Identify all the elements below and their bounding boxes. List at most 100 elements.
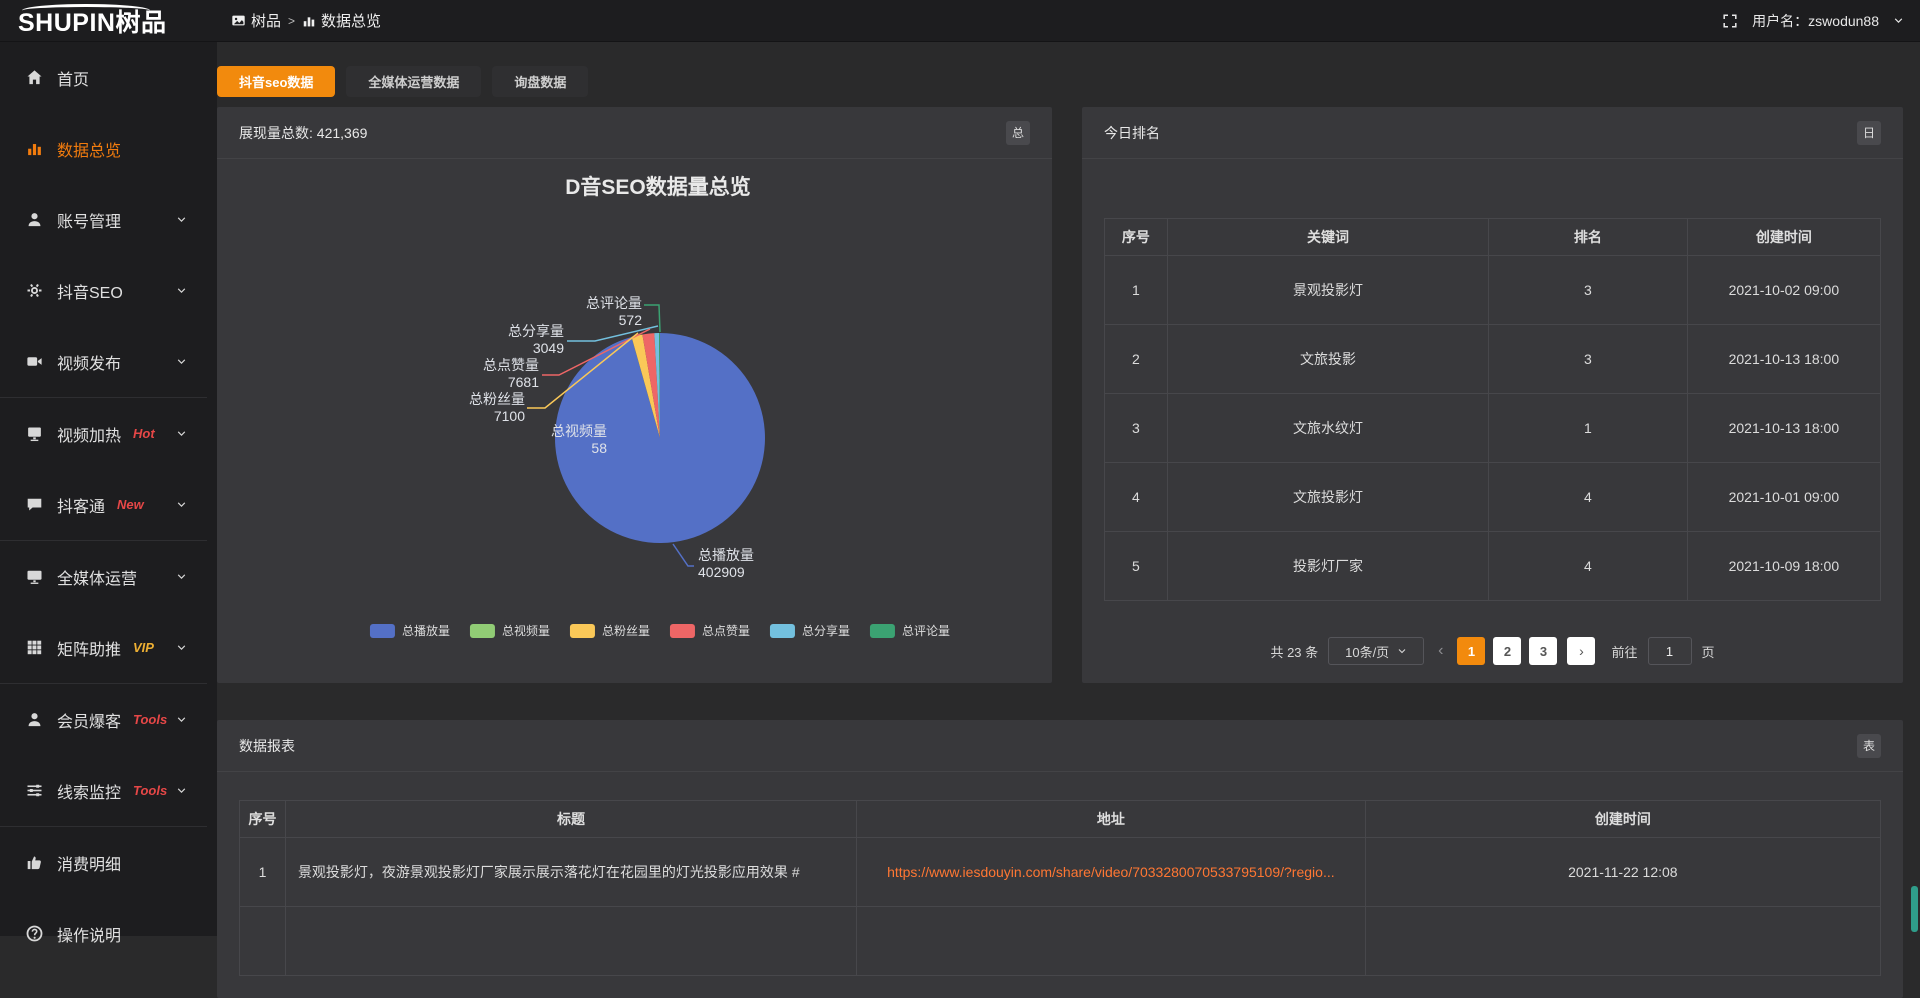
table-toggle-button[interactable]: 表 [1857, 734, 1881, 758]
sidebar-item-label: 会员爆客 [57, 708, 121, 732]
video-link[interactable]: https://www.iesdouyin.com/share/video/70… [887, 864, 1335, 880]
sidebar-item-label: 数据总览 [57, 137, 121, 161]
legend-item[interactable]: 总视频量 [470, 622, 550, 639]
pie-slice-1 [631, 337, 660, 438]
legend-item[interactable]: 总分享量 [770, 622, 850, 639]
total-toggle-button[interactable]: 总 [1006, 121, 1030, 145]
data-tabs: 抖音seo数据全媒体运营数据询盘数据 [217, 66, 588, 97]
sidebar-item-video-publish[interactable]: 视频发布 [0, 326, 217, 397]
chevron-down-icon [176, 714, 187, 725]
page-button-2[interactable]: 2 [1493, 637, 1521, 665]
overview-panel: 展现量总数: 421,369 总 D音SEO数据量总览 总评论量572 总分享量… [217, 107, 1052, 683]
prev-page-button[interactable]: ‹ [1434, 642, 1447, 660]
sidebar-item-clue-monitor[interactable]: 线索监控Tools [0, 755, 217, 826]
sidebar-item-label: 首页 [57, 66, 89, 90]
legend-item[interactable]: 总点赞量 [670, 622, 750, 639]
chart-legend: 总播放量 总视频量 总粉丝量 总点赞量 总分享量 总评论量 [370, 622, 950, 639]
sidebar-item-media-operation[interactable]: 全媒体运营 [0, 541, 217, 612]
chevron-down-icon [176, 428, 187, 439]
table-cell: 3 [1489, 256, 1688, 325]
member-icon [26, 711, 43, 728]
pie-label-video: 总视频量58 [551, 423, 607, 457]
column-header: 排名 [1489, 219, 1688, 256]
pie-label-comment: 总评论量572 [586, 295, 642, 329]
sidebar-item-douyin-seo[interactable]: 抖音SEO [0, 255, 217, 326]
table-row: 1景观投影灯，夜游景观投影灯厂家展示展示落花灯在花园里的灯光投影应用效果 #ht… [240, 838, 1881, 907]
legend-item[interactable]: 总播放量 [370, 622, 450, 639]
heat-icon [26, 425, 43, 442]
top-bar: SHUPIN树品 树品 > 数据总览 用户名：zswodun88 [0, 0, 1920, 42]
column-header: 标题 [285, 801, 856, 838]
tab-media-operation-data[interactable]: 全媒体运营数据 [346, 66, 481, 97]
tab-inquiry-data[interactable]: 询盘数据 [492, 66, 588, 97]
table-cell: 3 [1489, 325, 1688, 394]
next-page-button[interactable]: › [1567, 637, 1595, 665]
table-cell: 1 [1105, 256, 1168, 325]
sidebar-item-operation-guide[interactable]: 操作说明 [0, 898, 217, 969]
sidebar-item-label: 抖客通 [57, 493, 105, 517]
pie-label-play: 总播放量402909 [698, 547, 754, 581]
sidebar: 首页数据总览账号管理抖音SEO视频发布视频加热Hot抖客通New全媒体运营矩阵助… [0, 42, 217, 936]
table-row: 4文旅投影灯42021-10-01 09:00 [1105, 463, 1881, 532]
page-button-3[interactable]: 3 [1529, 637, 1557, 665]
chat-icon [26, 496, 43, 513]
page-button-1[interactable]: 1 [1457, 637, 1485, 665]
legend-swatch [670, 624, 695, 638]
table-cell: 文旅水纹灯 [1167, 394, 1488, 463]
grid-icon [26, 639, 43, 656]
table-cell: 1 [240, 838, 286, 907]
legend-item[interactable]: 总粉丝量 [570, 622, 650, 639]
gear-icon [26, 282, 43, 299]
pie-slice-5 [659, 333, 660, 438]
page-scrollbar-thumb[interactable] [1911, 886, 1918, 932]
fullscreen-icon[interactable] [1722, 13, 1738, 29]
breadcrumb-item-data-overview[interactable]: 数据总览 [302, 10, 381, 31]
sidebar-item-member-baoke[interactable]: 会员爆客Tools [0, 684, 217, 755]
day-toggle-button[interactable]: 日 [1857, 121, 1881, 145]
column-header: 创建时间 [1687, 219, 1880, 256]
pie-label-fans: 总粉丝量7100 [469, 391, 525, 425]
table-cell: 2021-11-22 12:08 [1365, 838, 1880, 907]
main-content: 抖音seo数据全媒体运营数据询盘数据 展现量总数: 421,369 总 D音SE… [217, 42, 1920, 936]
sidebar-item-label: 操作说明 [57, 922, 121, 946]
sidebar-item-matrix-boost[interactable]: 矩阵助推VIP [0, 612, 217, 683]
sidebar-item-label: 视频发布 [57, 350, 121, 374]
chevron-down-icon [176, 642, 187, 653]
goto-unit-label: 页 [1702, 642, 1715, 661]
legend-swatch [470, 624, 495, 638]
table-cell: 2021-10-02 09:00 [1687, 256, 1880, 325]
table-cell: 5 [1105, 532, 1168, 601]
page-size-select[interactable]: 10条/页 [1328, 637, 1424, 665]
table-cell: 2021-10-09 18:00 [1687, 532, 1880, 601]
legend-swatch [570, 624, 595, 638]
sidebar-item-video-heat[interactable]: 视频加热Hot [0, 398, 217, 469]
sidebar-item-consume-detail[interactable]: 消费明细 [0, 827, 217, 898]
sidebar-item-account-manage[interactable]: 账号管理 [0, 184, 217, 255]
report-panel: 数据报表 表 序号标题地址创建时间1景观投影灯，夜游景观投影灯厂家展示展示落花灯… [217, 720, 1903, 998]
sidebar-item-label: 矩阵助推 [57, 636, 121, 660]
chevron-down-icon[interactable] [1893, 15, 1904, 26]
sidebar-item-label: 抖音SEO [57, 279, 123, 303]
table-cell: 1 [1489, 394, 1688, 463]
sidebar-item-home[interactable]: 首页 [0, 42, 217, 113]
table-cell: 文旅投影灯 [1167, 463, 1488, 532]
ranking-table-wrap: 序号关键词排名创建时间1景观投影灯32021-10-02 09:002文旅投影3… [1082, 218, 1903, 601]
video-icon [26, 353, 43, 370]
pagination: 共 23 条 10条/页 ‹ 123 › 前往 页 [1082, 637, 1903, 665]
sidebar-item-label: 线索监控 [57, 779, 121, 803]
breadcrumb-item-shupin[interactable]: 树品 [231, 10, 281, 31]
today-ranking-table: 序号关键词排名创建时间1景观投影灯32021-10-02 09:002文旅投影3… [1104, 218, 1881, 601]
sidebar-item-douketong[interactable]: 抖客通New [0, 469, 217, 540]
tab-douyin-seo-data[interactable]: 抖音seo数据 [217, 66, 335, 97]
table-cell: 4 [1489, 532, 1688, 601]
chevron-down-icon [176, 214, 187, 225]
sidebar-item-data-overview[interactable]: 数据总览 [0, 113, 217, 184]
username-label[interactable]: 用户名：zswodun88 [1752, 11, 1879, 31]
goto-page-input[interactable] [1648, 637, 1692, 665]
legend-item[interactable]: 总评论量 [870, 622, 950, 639]
table-cell: 文旅投影 [1167, 325, 1488, 394]
pie-slice-3 [642, 333, 660, 438]
column-header: 地址 [857, 801, 1366, 838]
table-cell: 景观投影灯 [1167, 256, 1488, 325]
sidebar-item-label: 视频加热 [57, 422, 121, 446]
